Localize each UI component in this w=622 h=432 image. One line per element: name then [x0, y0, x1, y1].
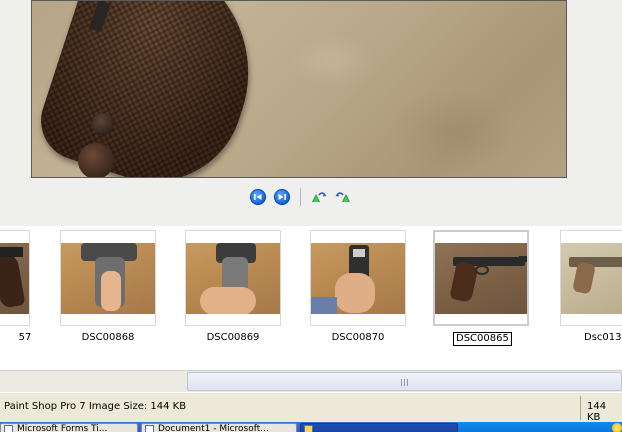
status-separator	[580, 396, 581, 420]
preview-pane	[0, 0, 622, 226]
next-image-button[interactable]	[274, 189, 290, 205]
thumbnail-selected[interactable]	[433, 230, 529, 326]
folder-icon	[304, 425, 313, 432]
taskbar: Microsoft Forms Ti... Document1 - Micros…	[0, 422, 622, 432]
thumbnail-label: DSC00869	[206, 332, 260, 343]
thumbnail-image	[435, 243, 527, 314]
thumbnail-image	[0, 243, 29, 314]
scrollbar-thumb[interactable]	[187, 372, 622, 391]
tray-notification-icon[interactable]	[612, 423, 622, 432]
thumbnail-image	[186, 243, 280, 314]
thumbnail-label: DSC00870	[331, 332, 385, 343]
status-bar: Paint Shop Pro 7 Image Size: 144 KB 144 …	[0, 392, 622, 423]
grip-knob-photo	[78, 143, 114, 177]
status-file-size: 144 KB	[587, 401, 607, 423]
pistol-grip-photo	[32, 1, 280, 177]
taskbar-button-label: Microsoft Forms Ti...	[17, 424, 108, 432]
rotate-counterclockwise-button[interactable]	[335, 189, 351, 205]
grip-screw-photo	[92, 113, 114, 135]
thumbnail[interactable]	[60, 230, 156, 326]
taskbar-button-document[interactable]: Document1 - Microsoft...	[141, 423, 297, 432]
thumbnail[interactable]	[185, 230, 281, 326]
filmstrip: 57 DSC00868 DSC00869 DSC00870 DSC00865 D…	[0, 226, 622, 370]
taskbar-button-forms[interactable]: Microsoft Forms Ti...	[0, 423, 138, 432]
preview-image[interactable]	[31, 0, 567, 178]
scrollbar-grip-icon	[400, 379, 409, 386]
thumbnail-image	[561, 243, 622, 314]
thumbnail-label: Dsc0130	[584, 332, 622, 343]
rotate-clockwise-icon	[312, 192, 327, 202]
previous-image-icon	[254, 194, 262, 200]
taskbar-button-active[interactable]	[300, 423, 458, 432]
previous-image-button[interactable]	[250, 189, 266, 205]
rotate-counterclockwise-icon	[335, 192, 350, 202]
status-text: Paint Shop Pro 7 Image Size: 144 KB	[4, 401, 187, 412]
toolbar-separator	[300, 188, 301, 206]
filmstrip-scrollbar[interactable]	[0, 370, 622, 392]
next-image-icon	[278, 194, 286, 200]
thumbnail-image	[311, 243, 405, 314]
thumbnail[interactable]	[0, 230, 30, 326]
thumbnail[interactable]	[310, 230, 406, 326]
thumbnail[interactable]	[560, 230, 622, 326]
document-icon	[145, 425, 154, 432]
thumbnail-image	[61, 243, 155, 314]
window-icon	[4, 425, 13, 432]
system-tray	[458, 422, 622, 432]
taskbar-button-label: Document1 - Microsoft...	[158, 424, 269, 432]
rotate-clockwise-button[interactable]	[311, 189, 327, 205]
thumbnail-label: DSC00868	[81, 332, 135, 343]
thumbnail-rename-field[interactable]: DSC00865	[453, 332, 512, 346]
preview-toolbar	[250, 188, 359, 206]
